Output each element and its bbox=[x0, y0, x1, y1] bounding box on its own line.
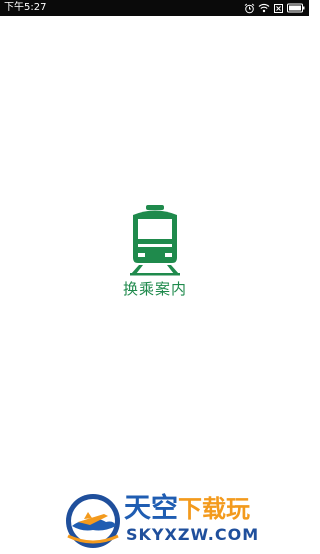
watermark-title: 天空下载玩 bbox=[124, 494, 250, 524]
watermark: 天空下载玩 SKYXZW.COM bbox=[60, 488, 310, 550]
watermark-emblem-icon bbox=[64, 492, 122, 550]
status-icons bbox=[244, 1, 305, 15]
alarm-icon bbox=[244, 3, 255, 14]
battery-icon bbox=[287, 3, 305, 13]
app-name: 换乘案内 bbox=[122, 280, 187, 298]
sim-absent-icon bbox=[273, 3, 284, 14]
status-bar: 下午5:27 bbox=[0, 0, 309, 16]
watermark-title-part1: 天空 bbox=[124, 493, 178, 524]
watermark-title-part2: 下载玩 bbox=[178, 495, 250, 523]
watermark-url: SKYXZW.COM bbox=[126, 525, 260, 544]
wifi-icon bbox=[258, 3, 270, 13]
status-time: 下午5:27 bbox=[4, 2, 47, 13]
train-icon bbox=[127, 203, 183, 277]
